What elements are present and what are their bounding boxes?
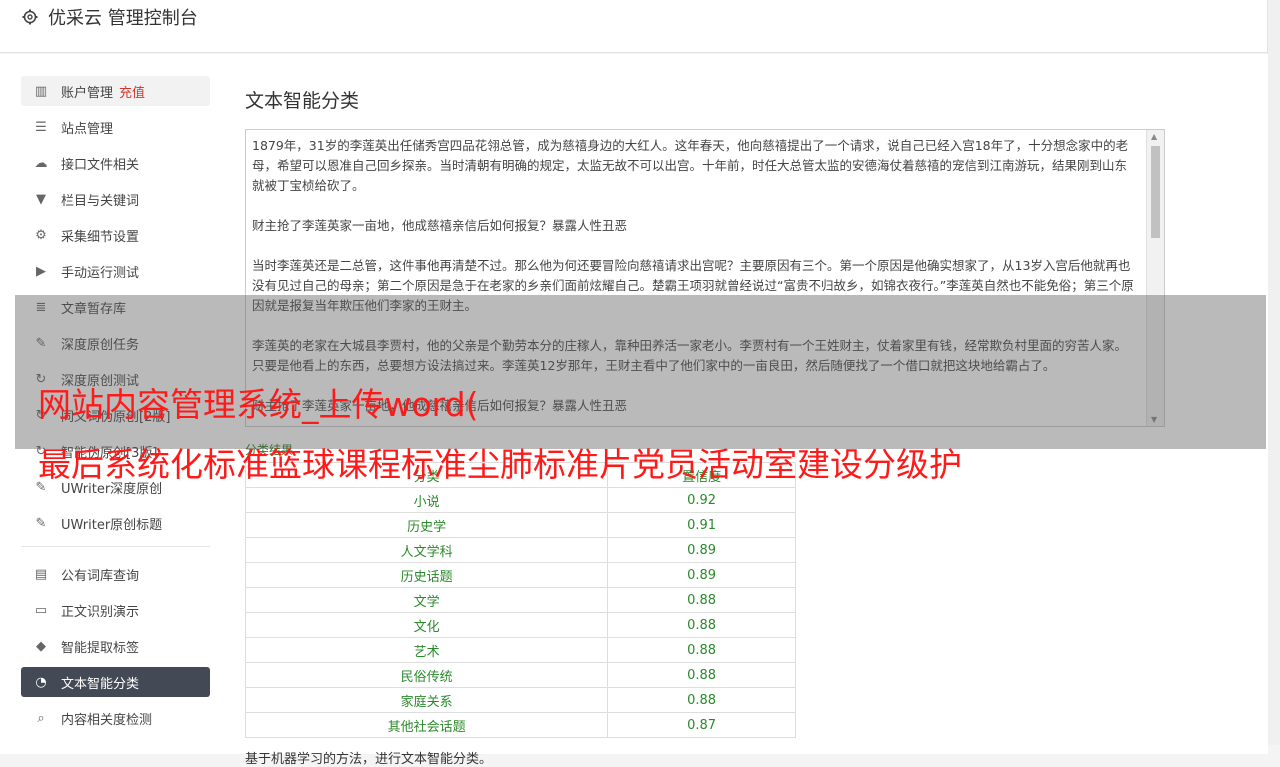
app-title: 优采云 管理控制台 <box>22 4 198 30</box>
table-row: 其他社会话题 0.87 <box>244 712 796 738</box>
sidebar-item-label: 接口文件相关 <box>61 157 140 173</box>
page-scrollbar[interactable] <box>1267 0 1280 745</box>
confidence-cell: 0.88 <box>607 662 796 688</box>
sidebar-item[interactable]: ⌕ 内容相关度检测 <box>21 703 210 733</box>
confidence-cell: 0.87 <box>607 712 796 738</box>
sidebar-item[interactable]: ▤ 公有词库查询 <box>21 559 210 589</box>
filter-icon: ▼ <box>36 191 46 207</box>
sidebar-item-label: 站点管理 <box>61 121 114 137</box>
sidebar-item-label: 内容相关度检测 <box>61 712 153 728</box>
confidence-cell: 0.89 <box>607 562 796 588</box>
bar-chart-icon: ▥ <box>34 83 48 99</box>
sidebar-item[interactable]: ◔ 文本智能分类 <box>21 667 210 697</box>
top-bar: 优采云 管理控制台 <box>0 0 1268 53</box>
page-title: 文本智能分类 <box>245 90 360 112</box>
sidebar-item[interactable]: ◆ 智能提取标签 <box>21 631 210 661</box>
confidence-cell: 0.89 <box>607 537 796 563</box>
sidebar-item-label: 采集细节设置 <box>61 229 140 245</box>
sidebar-item-label: 智能提取标签 <box>61 640 140 656</box>
cloud-upload-icon: ☁ <box>34 155 48 171</box>
edit-icon: ✎ <box>35 515 47 531</box>
sidebar-item-label: 文本智能分类 <box>61 676 140 692</box>
sidebar-item[interactable]: ▼ 栏目与关键词 <box>21 184 210 214</box>
table-row: 文学 0.88 <box>244 587 796 613</box>
overlay-headline-1: 网站内容管理系统_上传word( <box>38 385 479 424</box>
confidence-cell: 0.88 <box>607 587 796 613</box>
sidebar-item[interactable]: ☁ 接口文件相关 <box>21 148 210 178</box>
category-cell: 历史学 <box>244 512 609 538</box>
category-cell: 人文学科 <box>244 537 609 563</box>
gear-icon <box>22 9 38 25</box>
category-cell: 文化 <box>244 612 609 638</box>
sidebar-item[interactable]: ☰ 站点管理 <box>21 112 210 142</box>
category-cell: 民俗传统 <box>244 662 609 688</box>
scroll-up-icon[interactable]: ▲ <box>1151 132 1157 141</box>
book-icon: ▤ <box>34 566 48 582</box>
sidebar-item[interactable]: ▭ 正文识别演示 <box>21 595 210 625</box>
category-cell: 历史话题 <box>244 562 609 588</box>
confidence-cell: 0.92 <box>607 487 796 513</box>
sidebar-item-label: 手动运行测试 <box>61 265 140 281</box>
tag-icon: ◆ <box>36 638 46 654</box>
table-row: 艺术 0.88 <box>244 637 796 663</box>
app-title-text: 优采云 管理控制台 <box>48 8 198 29</box>
play-icon: ▶ <box>36 263 46 279</box>
table-row: 家庭关系 0.88 <box>244 687 796 713</box>
table-row: 历史学 0.91 <box>244 512 796 538</box>
footer-note: 基于机器学习的方法，进行文本智能分类。 <box>245 752 493 767</box>
gears-icon: ⚙ <box>35 227 47 243</box>
table-row: 人文学科 0.89 <box>244 537 796 563</box>
results-table: 分类 置信度 小说 0.92 历史学 0.91 人文学科 0.89 历史话题 0.89 文学 0.… <box>244 462 796 738</box>
confidence-cell: 0.88 <box>607 687 796 713</box>
table-row: 文化 0.88 <box>244 612 796 638</box>
confidence-cell: 0.88 <box>607 612 796 638</box>
table-row: 民俗传统 0.88 <box>244 662 796 688</box>
sidebar-item-label: 正文识别演示 <box>61 604 140 620</box>
sidebar-item-label: UWriter原创标题 <box>61 517 163 533</box>
category-cell: 文学 <box>244 587 609 613</box>
confidence-cell: 0.91 <box>607 512 796 538</box>
sidebar-item[interactable]: ⚙ 采集细节设置 <box>21 220 210 250</box>
sidebar-item[interactable]: ▥ 账户管理 充值 <box>21 76 210 106</box>
category-cell: 艺术 <box>244 637 609 663</box>
sidebar-item-label: 栏目与关键词 <box>61 193 140 209</box>
category-cell: 家庭关系 <box>244 687 609 713</box>
sidebar-divider <box>21 546 210 547</box>
confidence-cell: 0.88 <box>607 637 796 663</box>
server-icon: ☰ <box>35 119 47 135</box>
sidebar-item-label: 公有词库查询 <box>61 568 140 584</box>
search-icon: ⌕ <box>37 710 45 726</box>
sidebar-item[interactable]: ▶ 手动运行测试 <box>21 256 210 286</box>
overlay-headline-2: 最后系统化标准篮球课程标准尘肺标准片党员活动室建设分级护 <box>38 445 962 484</box>
sidebar-item[interactable]: ✎ UWriter原创标题 <box>21 508 210 538</box>
sidebar-item-label: 账户管理 <box>61 85 114 101</box>
scroll-thumb[interactable] <box>1151 146 1160 238</box>
table-row: 历史话题 0.89 <box>244 562 796 588</box>
category-cell: 小说 <box>244 487 609 513</box>
pie-chart-icon: ◔ <box>35 674 47 690</box>
recharge-link[interactable]: 充值 <box>119 82 145 101</box>
monitor-icon: ▭ <box>34 602 48 618</box>
category-cell: 其他社会话题 <box>244 712 609 738</box>
table-row: 小说 0.92 <box>244 487 796 513</box>
